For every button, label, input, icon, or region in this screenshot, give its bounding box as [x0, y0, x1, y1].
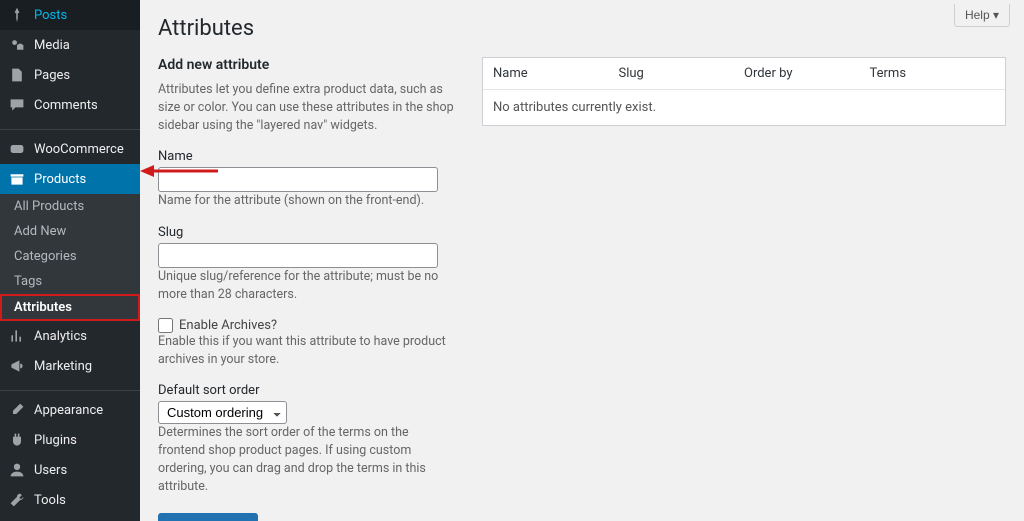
col-terms: Terms [870, 66, 996, 81]
col-slug: Slug [619, 66, 745, 81]
sidebar-item-label: Posts [34, 8, 67, 23]
sidebar-item-users[interactable]: Users [0, 455, 140, 485]
menu-separator [0, 124, 140, 130]
col-name: Name [493, 66, 619, 81]
submenu-item-tags[interactable]: Tags [0, 269, 140, 294]
comment-icon [8, 96, 26, 114]
col-orderby: Order by [744, 66, 870, 81]
pin-icon [8, 6, 26, 24]
name-input[interactable] [158, 167, 438, 192]
sidebar-item-label: Tools [34, 493, 66, 508]
sidebar-item-label: Analytics [34, 329, 87, 344]
slug-input[interactable] [158, 243, 438, 268]
enable-archives-checkbox[interactable] [158, 318, 173, 333]
sidebar-item-woocommerce[interactable]: WooCommerce [0, 134, 140, 164]
add-attribute-button[interactable]: Add attribute [158, 513, 258, 521]
chart-icon [8, 327, 26, 345]
sidebar-item-pages[interactable]: Pages [0, 60, 140, 90]
enable-archives-label: Enable Archives? [179, 318, 277, 333]
submenu-item-all-products[interactable]: All Products [0, 194, 140, 219]
woo-icon [8, 140, 26, 158]
submenu-item-add-new[interactable]: Add New [0, 219, 140, 244]
form-intro: Attributes let you define extra product … [158, 81, 458, 135]
name-help: Name for the attribute (shown on the fro… [158, 192, 458, 210]
wrench-icon [8, 491, 26, 509]
brush-icon [8, 401, 26, 419]
plug-icon [8, 431, 26, 449]
table-header: Name Slug Order by Terms [483, 58, 1005, 90]
submenu-item-attributes[interactable]: Attributes [0, 294, 140, 321]
sidebar-item-products[interactable]: Products [0, 164, 140, 194]
attributes-table-wrap: Name Slug Order by Terms No attributes c… [482, 57, 1006, 521]
sidebar-item-label: Products [34, 172, 86, 187]
name-label: Name [158, 149, 458, 164]
sidebar-item-plugins[interactable]: Plugins [0, 425, 140, 455]
submenu-item-categories[interactable]: Categories [0, 244, 140, 269]
archive-icon [8, 170, 26, 188]
sidebar-item-label: Plugins [34, 433, 77, 448]
slug-help: Unique slug/reference for the attribute;… [158, 268, 458, 304]
content-area: Help ▾ Attributes Add new attribute Attr… [140, 0, 1024, 521]
media-icon [8, 36, 26, 54]
sidebar-item-tools[interactable]: Tools [0, 485, 140, 515]
admin-sidebar: Posts Media Pages Comments WooCommerce P… [0, 0, 140, 521]
help-button[interactable]: Help ▾ [954, 4, 1010, 27]
products-submenu: All Products Add New Categories Tags Att… [0, 194, 140, 321]
sort-label: Default sort order [158, 383, 458, 398]
page-title: Attributes [158, 10, 1006, 57]
user-icon [8, 461, 26, 479]
sidebar-item-analytics[interactable]: Analytics [0, 321, 140, 351]
sort-help: Determines the sort order of the terms o… [158, 424, 458, 497]
sidebar-item-marketing[interactable]: Marketing [0, 351, 140, 381]
sidebar-item-label: Pages [34, 68, 70, 83]
sidebar-item-appearance[interactable]: Appearance [0, 395, 140, 425]
page-icon [8, 66, 26, 84]
sidebar-item-label: Marketing [34, 359, 92, 374]
slug-label: Slug [158, 225, 458, 240]
sidebar-item-label: Media [34, 38, 70, 53]
sidebar-item-posts[interactable]: Posts [0, 0, 140, 30]
sidebar-item-label: WooCommerce [34, 142, 124, 157]
sidebar-item-label: Comments [34, 98, 98, 113]
sidebar-item-media[interactable]: Media [0, 30, 140, 60]
sidebar-item-settings[interactable]: Settings [0, 515, 140, 521]
form-heading: Add new attribute [158, 57, 458, 73]
megaphone-icon [8, 357, 26, 375]
attributes-table: Name Slug Order by Terms No attributes c… [482, 57, 1006, 126]
add-attribute-form: Add new attribute Attributes let you def… [158, 57, 458, 521]
menu-separator [0, 385, 140, 391]
archives-help: Enable this if you want this attribute t… [158, 333, 458, 369]
sidebar-item-comments[interactable]: Comments [0, 90, 140, 120]
table-empty-message: No attributes currently exist. [483, 90, 1005, 125]
sort-order-select[interactable]: Custom ordering [158, 401, 287, 424]
sidebar-item-label: Users [34, 463, 67, 478]
sidebar-item-label: Appearance [34, 403, 103, 418]
